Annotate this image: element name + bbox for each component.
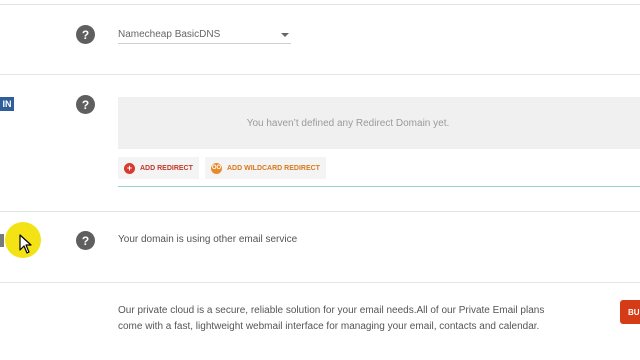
add-redirect-label: ADD REDIRECT	[140, 164, 193, 172]
section-divider	[0, 282, 640, 283]
add-wildcard-redirect-button[interactable]: oo ADD WILDCARD REDIRECT	[205, 157, 326, 179]
wildcard-icon: oo	[211, 162, 222, 174]
plus-icon: +	[124, 162, 135, 174]
redirect-underline	[118, 186, 640, 187]
section-divider	[0, 211, 640, 212]
help-icon[interactable]: ?	[76, 231, 95, 250]
mouse-pointer-icon	[19, 234, 32, 254]
email-section-marker	[0, 234, 4, 247]
section-divider	[0, 74, 640, 75]
chevron-down-icon	[281, 32, 289, 37]
redirect-section-label: IN	[0, 97, 14, 111]
nameserver-dropdown[interactable]: Namecheap BasicDNS	[118, 26, 291, 44]
redirect-empty-panel: You haven’t defined any Redirect Domain …	[118, 97, 640, 149]
help-icon[interactable]: ?	[76, 95, 95, 114]
buy-private-email-button[interactable]: BU	[620, 300, 640, 324]
top-divider	[0, 4, 640, 5]
email-status-text: Your domain is using other email service	[118, 234, 298, 245]
nameserver-selected-value: Namecheap BasicDNS	[118, 29, 221, 40]
redirect-empty-message: You haven’t defined any Redirect Domain …	[246, 117, 450, 129]
add-redirect-button[interactable]: + ADD REDIRECT	[118, 157, 199, 179]
help-icon[interactable]: ?	[76, 25, 95, 44]
private-email-description: Our private cloud is a secure, reliable …	[118, 305, 545, 332]
add-wildcard-redirect-label: ADD WILDCARD REDIRECT	[227, 164, 320, 172]
